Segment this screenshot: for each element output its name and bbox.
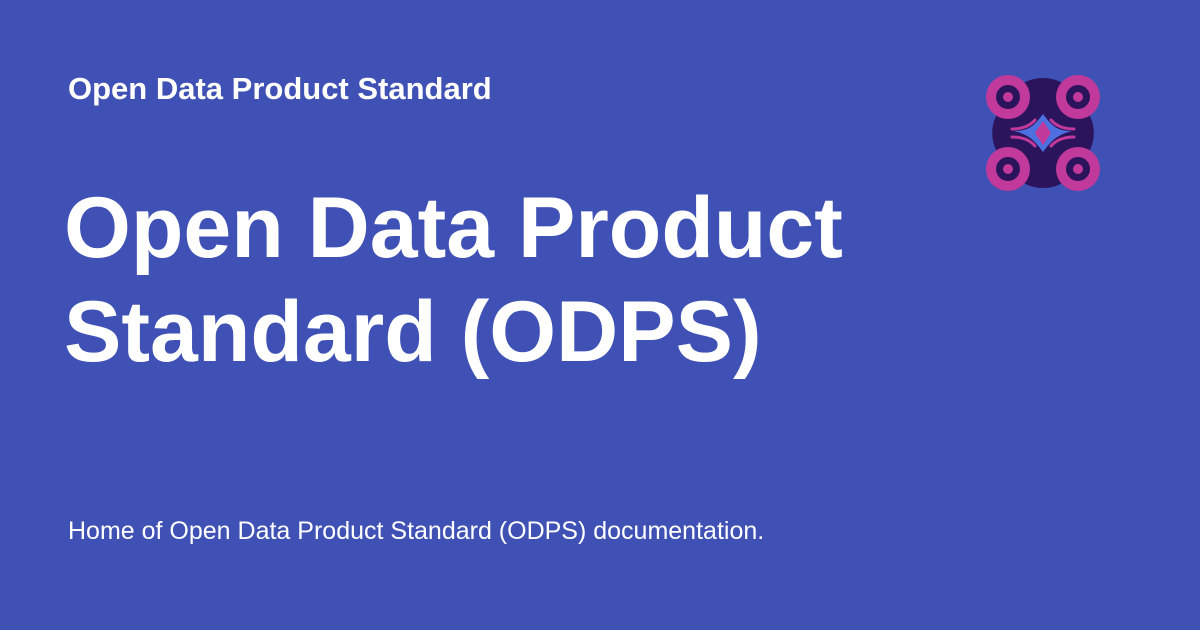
site-name: Open Data Product Standard [68,71,492,106]
logo-bottom-right-ring [1056,147,1100,191]
logo-top-right-ring [1056,75,1100,119]
social-preview-card: Open Data Product Standard Open Data Pro… [0,0,1200,630]
odps-logo-icon [986,75,1100,191]
page-title-line-2: Standard (ODPS) [64,284,762,380]
page-description: Home of Open Data Product Standard (ODPS… [68,517,765,545]
page-title-line-1: Open Data Product [64,180,843,276]
logo-top-left-ring [986,75,1030,119]
logo-bottom-left-ring [986,147,1030,191]
page-title: Open Data Product Standard (ODPS) [64,176,924,384]
